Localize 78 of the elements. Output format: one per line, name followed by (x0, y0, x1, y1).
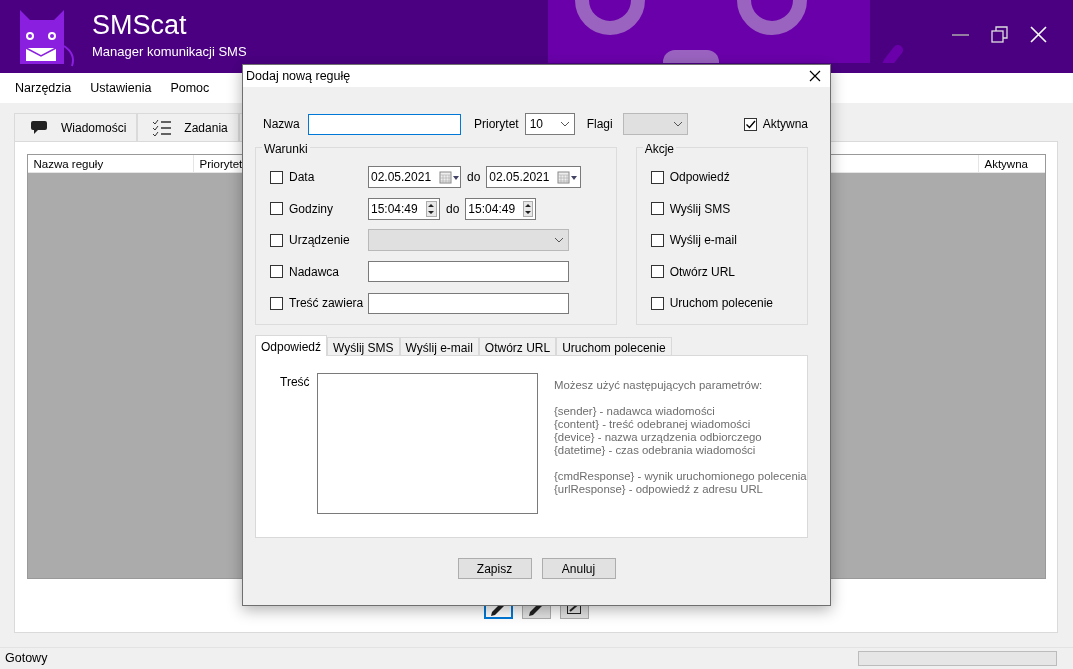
spinner-arrows-icon[interactable] (425, 200, 437, 217)
checkbox[interactable] (650, 265, 664, 278)
checkbox-label: Treść zawiera (289, 295, 365, 312)
checkbox-label: Wyślij SMS (669, 200, 731, 218)
date-picker[interactable]: 02.05.2021 (368, 166, 461, 188)
chevron-down-icon (554, 237, 564, 243)
checkbox[interactable] (743, 117, 757, 131)
action-tab[interactable]: Wyślij SMS (327, 337, 400, 355)
menu-item[interactable]: Pomoc (170, 78, 210, 98)
close-icon[interactable] (1030, 26, 1047, 43)
field-label: Nazwa (263, 116, 301, 133)
close-icon (809, 70, 821, 82)
checkbox[interactable] (270, 202, 283, 215)
calendar-icon[interactable] (557, 170, 579, 184)
action-tab[interactable]: Wyślij e-mail (399, 337, 479, 355)
checkbox-label: Godziny (289, 200, 335, 218)
name-input-field[interactable] (308, 113, 461, 135)
priority-dropdown[interactable]: 10 (524, 113, 575, 135)
dialog-title: Dodaj nową regułę (246, 67, 351, 85)
help-text: Możesz użyć następujących parametrów: (554, 379, 764, 392)
field-label: Flagi (586, 116, 613, 133)
checkbox-label: Uruchom polecenie (669, 295, 773, 312)
text-input-field[interactable] (368, 261, 569, 282)
menu-item[interactable]: Narzędzia (15, 78, 72, 98)
date-picker[interactable]: 02.05.2021 (486, 166, 582, 188)
spinner-arrows-icon[interactable] (523, 200, 534, 217)
help-text: {sender} - nadawca wiadomości (554, 405, 716, 418)
speech-bubble-icon (29, 118, 49, 137)
checkbox[interactable] (650, 296, 664, 310)
app-subtitle: Manager komunikacji SMS (92, 42, 247, 61)
checkbox-label: Odpowiedź (669, 169, 730, 186)
checkbox[interactable] (650, 170, 664, 184)
message-text-area[interactable] (317, 373, 538, 514)
range-label: do (446, 200, 460, 218)
range-label: do (467, 169, 481, 186)
app-title: SMScat (92, 11, 188, 39)
checkbox[interactable] (270, 265, 283, 278)
help-text: {content} - treść odebranej wiadomości (554, 418, 752, 431)
status-text: Gotowy (5, 650, 48, 668)
tab-label: Wiadomości (61, 119, 127, 137)
dialog-button[interactable]: Anuluj (541, 558, 616, 579)
checkbox[interactable] (650, 202, 664, 215)
main-tab[interactable]: Wiadomości (14, 113, 138, 141)
checkbox-label: Nadawca (289, 263, 341, 281)
checklist-icon (152, 118, 173, 137)
arrows-icon (524, 202, 533, 215)
calendar-icon[interactable] (439, 170, 461, 184)
chevron-down-icon (559, 121, 570, 127)
action-tab[interactable]: Otwórz URL (478, 337, 557, 355)
chevron-down-icon (672, 121, 683, 127)
checkbox-label: Data (289, 169, 316, 186)
dialog-button[interactable]: Zapisz (457, 558, 532, 579)
checkbox[interactable] (270, 296, 283, 310)
checkbox-label: Wyślij e-mail (669, 232, 737, 249)
menu-item[interactable]: Ustawienia (90, 78, 152, 98)
column-header[interactable]: Aktywna (977, 155, 1045, 172)
tab-label: Zadania (184, 119, 228, 137)
arrows-icon (427, 202, 436, 215)
field-label: Priorytet (474, 116, 519, 133)
help-text: {device} - nazwa urządzenia odbiorczego (554, 431, 763, 444)
checkbox[interactable] (270, 170, 283, 184)
text-input-field[interactable] (368, 292, 569, 314)
help-text: {cmdResponse} - wynik uruchomionego polecenia (554, 470, 807, 483)
action-tab[interactable]: Uruchom polecenie (556, 337, 672, 355)
restore-icon[interactable] (991, 26, 1008, 43)
time-picker[interactable]: 15:04:49 (465, 197, 537, 220)
checkbox-label: Aktywna (762, 116, 808, 133)
column-header[interactable]: Nazwa reguły (27, 155, 194, 172)
check-icon (744, 118, 756, 130)
help-text: {urlResponse} - odpowiedź z adresu URL (554, 483, 764, 496)
action-tab[interactable]: Odpowiedź (255, 335, 328, 356)
checkbox-label: Urządzenie (289, 232, 351, 249)
field-label: Treść (280, 374, 307, 391)
time-picker[interactable]: 15:04:49 (368, 197, 440, 220)
help-text: {datetime} - czas odebrania wiadomości (554, 444, 757, 457)
main-tab[interactable]: Zadania (137, 113, 239, 141)
checkbox[interactable] (650, 233, 664, 247)
checkbox-label: Otwórz URL (669, 263, 735, 281)
